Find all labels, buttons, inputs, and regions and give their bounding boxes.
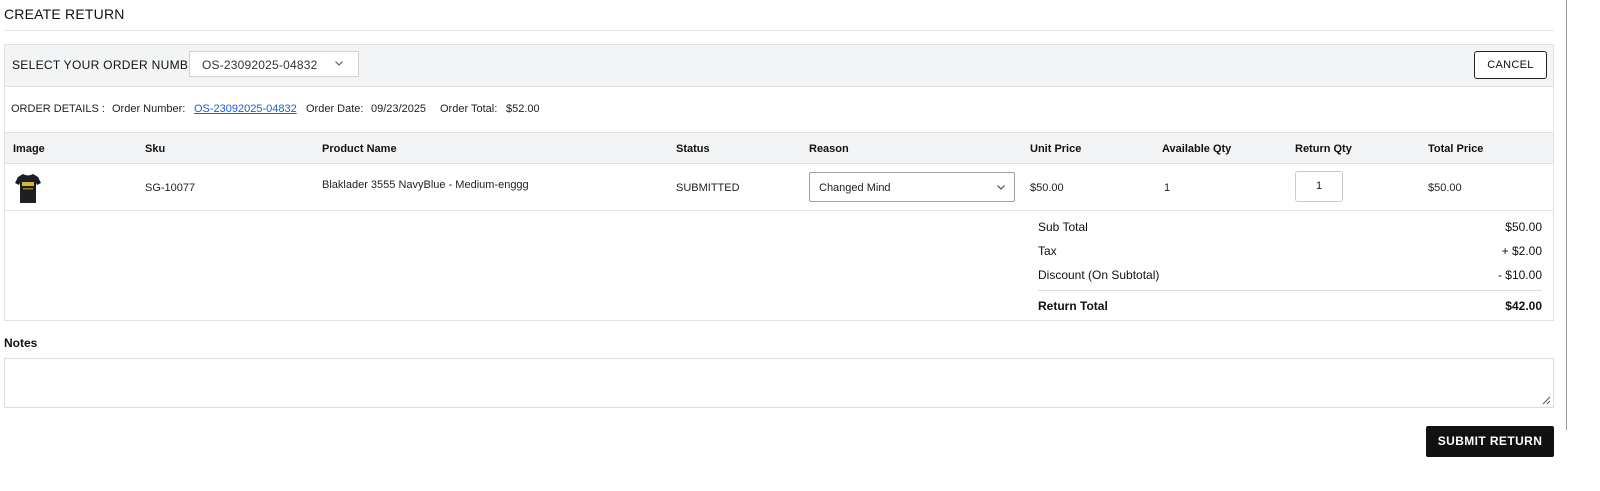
table-row: SG-10077 Blaklader 3555 NavyBlue - Mediu… [5,164,1553,211]
row-product-name: Blaklader 3555 NavyBlue - Medium-enggg [322,179,529,191]
column-header-total-price: Total Price [1428,143,1484,155]
chevron-down-icon [997,185,1005,190]
order-select-bar: SELECT YOUR ORDER NUMBER OS-23092025-048… [5,45,1553,87]
row-sku: SG-10077 [145,182,196,194]
notes-label: Notes [4,336,38,350]
window-edge [1566,0,1567,430]
discount-value: - $10.00 [1497,268,1542,282]
order-number-label: Order Number: [112,103,186,115]
tax-value: + $2.00 [1501,244,1542,258]
column-header-return-qty: Return Qty [1295,143,1352,155]
return-total-label: Return Total [1038,299,1108,313]
tshirt-thumbnail-icon [15,174,41,203]
page-title: CREATE RETURN [4,6,125,22]
subtotal-value: $50.00 [1505,220,1542,234]
notes-textarea[interactable] [4,358,1554,408]
title-divider [4,30,1554,31]
order-number-link[interactable]: OS-23092025-04832 [194,103,297,115]
column-header-unit-price: Unit Price [1030,143,1082,155]
row-status: SUBMITTED [676,182,740,194]
totals-divider [1038,290,1542,291]
order-number-select[interactable]: OS-23092025-04832 [189,51,359,77]
items-table-header: Image Sku Product Name Status Reason Uni… [5,133,1553,164]
order-number-select-value: OS-23092025-04832 [202,58,318,72]
chevron-down-icon [335,61,343,66]
column-header-available-qty: Available Qty [1162,143,1232,155]
order-details-heading: ORDER DETAILS : [11,103,105,115]
resize-handle-icon[interactable] [1542,396,1551,405]
discount-label: Discount (On Subtotal) [1038,268,1160,282]
order-select-label: SELECT YOUR ORDER NUMBER [12,58,206,72]
return-qty-input[interactable]: 1 [1295,171,1343,202]
return-panel: SELECT YOUR ORDER NUMBER OS-23092025-048… [4,44,1554,321]
reason-select[interactable]: Changed Mind [809,172,1015,202]
tax-label: Tax [1038,244,1057,258]
column-header-product-name: Product Name [322,143,397,155]
row-unit-price: $50.00 [1030,182,1064,194]
row-available-qty: 1 [1164,182,1171,194]
return-total-value: $42.00 [1505,299,1542,313]
order-date-value: 09/23/2025 [371,103,427,115]
row-total-price: $50.00 [1428,182,1462,194]
submit-return-button[interactable]: SUBMIT RETURN [1426,426,1554,457]
column-header-sku: Sku [145,143,166,155]
order-total-label: Order Total: [440,103,498,115]
subtotal-label: Sub Total [1038,220,1088,234]
reason-select-value: Changed Mind [819,182,891,194]
column-header-status: Status [676,143,710,155]
order-date-label: Order Date: [306,103,364,115]
column-header-image: Image [13,143,45,155]
order-details: ORDER DETAILS : Order Number: OS-2309202… [5,87,1553,133]
column-header-reason: Reason [809,143,849,155]
order-total-value: $52.00 [506,103,540,115]
cancel-button[interactable]: CANCEL [1474,51,1547,79]
